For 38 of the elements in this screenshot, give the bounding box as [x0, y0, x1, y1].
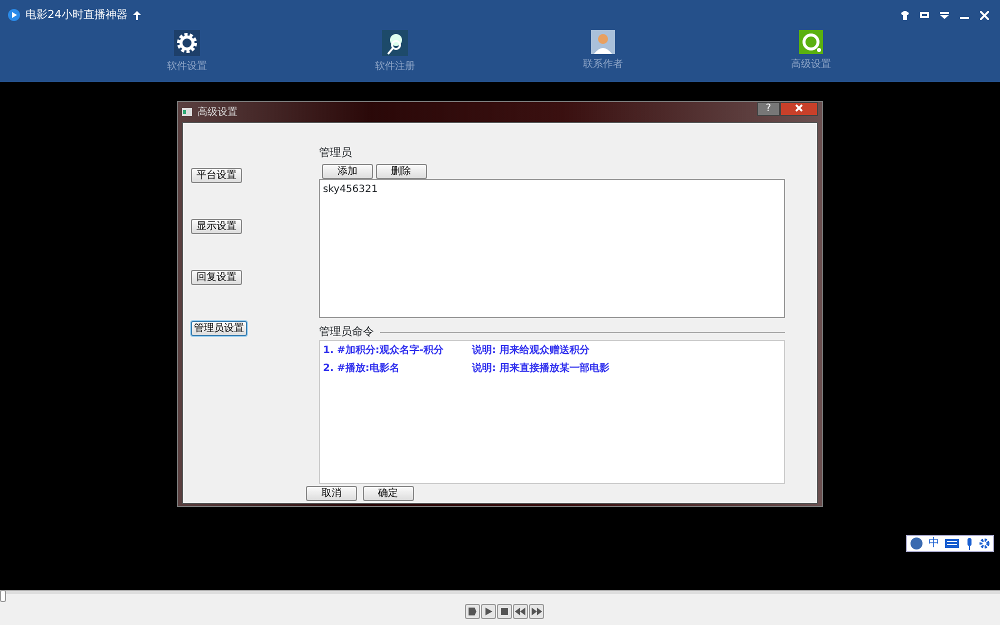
admin-list[interactable]: sky456321 — [319, 179, 785, 318]
message-icon[interactable] — [920, 10, 929, 20]
window-icon — [182, 108, 192, 116]
description-text: 说明: 用来给观众赠送积分 — [472, 344, 590, 358]
list-number: 2. — [323, 362, 335, 376]
dialog-title: 高级设置 — [198, 106, 238, 120]
close-icon[interactable] — [795, 104, 803, 112]
nav-button[interactable]: 平台设置 — [191, 168, 242, 183]
description-text: 说明: 用来直接播放某一部电影 — [472, 362, 610, 376]
toolbar-button[interactable]: 删除 — [376, 164, 426, 180]
gear-icon[interactable] — [174, 30, 200, 56]
dialog-button[interactable]: 确定 — [362, 486, 414, 502]
close-button[interactable] — [780, 102, 818, 116]
app-logo-icon — [8, 9, 20, 21]
section-label: 管理员 — [319, 145, 353, 161]
nav-button[interactable]: 回复设置 — [191, 270, 242, 285]
app-title: 电影24小时直播神器 — [26, 6, 128, 23]
nav-button[interactable]: 管理员设置 — [191, 321, 247, 336]
dropdown-menu-icon[interactable] — [940, 10, 949, 20]
pin-icon[interactable] — [133, 10, 141, 20]
keyboard-icon[interactable] — [945, 539, 959, 548]
command-text: #加积分:观众名字-积分 — [337, 343, 445, 358]
list-item[interactable]: sky456321 — [323, 182, 781, 198]
toolbar-button[interactable]: 添加 — [322, 164, 373, 180]
dialog-button[interactable]: 取消 — [306, 486, 357, 502]
command-text: #播放:电影名 — [337, 362, 400, 376]
settings-icon[interactable] — [979, 538, 990, 549]
close-icon[interactable] — [980, 10, 989, 20]
command-text-area[interactable]: 1. #加积分:观众名字-积分 说明: 用来给观众赠送积分 2. #播放:电影名 说明: 用来直接播放某一部电影 — [319, 340, 785, 484]
ime-mode[interactable]: 中 — [928, 535, 940, 552]
progress-thumb[interactable] — [0, 590, 6, 602]
microphone-icon[interactable] — [964, 538, 974, 550]
help-button[interactable]: ? — [756, 102, 780, 116]
section-label: 管理员命令 — [319, 324, 374, 340]
list-number: 1. — [323, 344, 335, 358]
magnifier-icon[interactable] — [382, 30, 408, 56]
nav-button[interactable]: 显示设置 — [191, 219, 242, 234]
skin-icon[interactable] — [900, 10, 909, 20]
